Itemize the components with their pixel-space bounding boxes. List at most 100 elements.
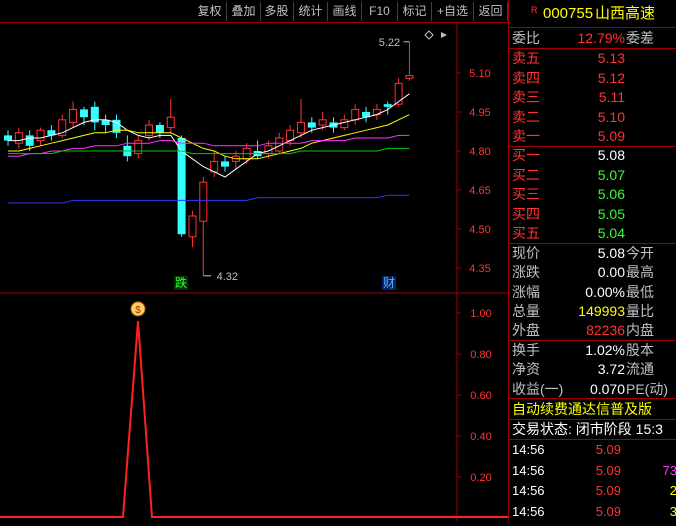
event-marker-die-text: 跌 bbox=[175, 275, 187, 290]
tick-time: 14:56 bbox=[512, 462, 545, 478]
tick-volume: 73 bbox=[662, 462, 676, 478]
diamond-icon bbox=[424, 30, 434, 40]
stat-label2: 今开 bbox=[626, 245, 654, 261]
candle-body bbox=[36, 129, 45, 142]
sell-label: 卖二 bbox=[512, 108, 540, 125]
sell-price: 5.10 bbox=[597, 108, 625, 125]
buy-price: 5.07 bbox=[597, 166, 625, 183]
buy-price: 5.08 bbox=[597, 147, 625, 163]
fund-value: 0.070 bbox=[589, 380, 625, 397]
buy-price: 5.05 bbox=[597, 205, 625, 222]
price-tick-label: 4.95 bbox=[469, 107, 490, 119]
stat-label2: 最高 bbox=[626, 264, 654, 281]
stat-row: 现价 5.08 今开 bbox=[509, 244, 676, 263]
buy-price: 5.04 bbox=[597, 225, 625, 241]
sell-label: 卖一 bbox=[512, 128, 540, 144]
toolbar-button-4[interactable]: 画线 bbox=[328, 2, 362, 21]
price-tick-label: 4.80 bbox=[469, 146, 490, 158]
stat-label2: 最低 bbox=[626, 283, 654, 300]
stat-label: 总量 bbox=[512, 302, 540, 319]
fund-row: 净资 3.72 流通 bbox=[509, 360, 676, 379]
stock-code: 000755 bbox=[543, 5, 594, 22]
price-tick-label: 4.50 bbox=[469, 224, 490, 236]
event-marker-cai-text: 财 bbox=[383, 276, 395, 290]
promo-text: 自动续费通达信普及版 bbox=[512, 401, 652, 417]
stat-value: 149993 bbox=[578, 302, 625, 319]
stat-label: 涨跌 bbox=[512, 264, 540, 281]
candle-body bbox=[405, 75, 414, 79]
stat-label: 涨幅 bbox=[512, 283, 540, 300]
toolbar-button-3[interactable]: 统计 bbox=[294, 2, 328, 21]
moving-average-line bbox=[8, 194, 410, 204]
candle-body bbox=[69, 108, 78, 123]
divider bbox=[509, 27, 676, 28]
stat-label: 现价 bbox=[512, 245, 540, 261]
buy-label: 买三 bbox=[512, 186, 540, 202]
buy-label: 买五 bbox=[512, 225, 540, 241]
indicator-tick-label: 0.40 bbox=[470, 431, 491, 443]
tick-row: 14:56 5.09 2 bbox=[509, 481, 676, 500]
indicator-tick-label: 0.20 bbox=[470, 472, 491, 484]
buy-label: 买四 bbox=[512, 205, 540, 222]
toolbar-button-8[interactable]: 返回 bbox=[474, 2, 508, 21]
stat-row: 总量 149993 量比 bbox=[509, 302, 676, 321]
weibi-row: 委比 12.79% 委差 bbox=[509, 29, 676, 48]
candle-body bbox=[307, 122, 316, 128]
toolbar-button-7[interactable]: +自选 bbox=[432, 2, 474, 21]
sell-price: 5.13 bbox=[597, 50, 625, 66]
stock-header[interactable]: R 000755 山西高速 bbox=[509, 3, 676, 25]
low-label: 4.32 bbox=[217, 271, 238, 283]
fund-label: 换手 bbox=[512, 342, 540, 358]
buy-row: 买二 5.07 bbox=[509, 166, 676, 185]
candle-body bbox=[221, 161, 229, 167]
fund-label2: PE(动) bbox=[626, 380, 668, 397]
weibi-label: 委比 bbox=[512, 30, 540, 46]
fund-row: 换手 1.02% 股本 bbox=[509, 341, 676, 360]
money-bag-symbol: $ bbox=[135, 305, 141, 316]
buy-row: 买三 5.06 bbox=[509, 185, 676, 204]
buy-row: 买四 5.05 bbox=[509, 205, 676, 224]
fund-label: 净资 bbox=[512, 361, 540, 378]
stat-value: 82236 bbox=[586, 322, 625, 339]
fund-label: 收益(一) bbox=[512, 380, 564, 397]
tick-time: 14:56 bbox=[512, 503, 545, 519]
tick-row: 14:56 5.09 73 bbox=[509, 461, 676, 480]
toolbar-button-5[interactable]: F10 bbox=[362, 2, 398, 21]
stock-name: 山西高速 bbox=[595, 5, 656, 22]
indicator-tick-label: 0.60 bbox=[470, 390, 491, 402]
sell-label: 卖三 bbox=[512, 89, 540, 105]
candle-body bbox=[155, 125, 164, 133]
indicator-tick-label: 1.00 bbox=[470, 308, 491, 320]
buy-label: 买一 bbox=[512, 147, 540, 163]
toolbar-button-1[interactable]: 叠加 bbox=[227, 2, 261, 21]
candle-body bbox=[318, 119, 327, 126]
stat-value: 0.00% bbox=[585, 283, 625, 300]
tick-price: 5.09 bbox=[595, 442, 621, 457]
high-label: 5.22 bbox=[379, 37, 400, 49]
tick-row: 14:56 5.09 3 bbox=[509, 502, 676, 521]
toolbar-button-0[interactable]: 复权 bbox=[193, 2, 227, 21]
candle-body bbox=[25, 135, 34, 146]
stat-label2: 量比 bbox=[626, 302, 654, 319]
chart-svg[interactable]: 5.10 4.95 4.80 4.65 4.50 4.35 5.22 4.32 跌 财 1.00 0.… bbox=[0, 23, 508, 521]
stat-value: 5.08 bbox=[597, 245, 625, 261]
sell-row: 卖三 5.11 bbox=[509, 88, 676, 107]
promo-link[interactable]: 自动续费通达信普及版 bbox=[509, 400, 676, 419]
sell-row: 卖二 5.10 bbox=[509, 108, 676, 127]
sell-row: 卖五 5.13 bbox=[509, 49, 676, 68]
toolbar-button-6[interactable]: 标记 bbox=[398, 2, 432, 21]
buy-price: 5.06 bbox=[597, 186, 625, 202]
tick-price: 5.09 bbox=[595, 483, 621, 498]
fund-label2: 股本 bbox=[626, 342, 654, 358]
buy-row: 买一 5.08 bbox=[509, 146, 676, 165]
tick-price: 5.09 bbox=[595, 462, 621, 478]
weicha-label: 委差 bbox=[626, 30, 654, 46]
tick-time: 14:56 bbox=[512, 442, 545, 457]
sell-price: 5.09 bbox=[597, 128, 625, 144]
sell-row: 卖一 5.09 bbox=[509, 127, 676, 146]
divider bbox=[509, 398, 676, 399]
candle-body bbox=[296, 121, 305, 134]
toolbar-button-2[interactable]: 多股 bbox=[260, 2, 294, 21]
chart-area[interactable]: 5.10 4.95 4.80 4.65 4.50 4.35 5.22 4.32 跌 财 1.00 0.… bbox=[0, 23, 508, 521]
candle-body bbox=[134, 140, 143, 155]
